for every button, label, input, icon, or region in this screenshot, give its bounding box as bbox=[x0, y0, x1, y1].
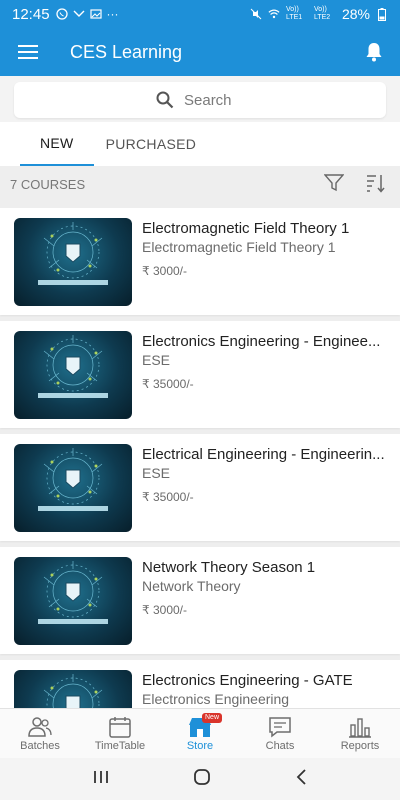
course-list: Electromagnetic Field Theory 1 Electroma… bbox=[0, 202, 400, 708]
battery-percent: 28% bbox=[341, 6, 370, 22]
nav-batches-label: Batches bbox=[20, 739, 60, 752]
new-badge: New bbox=[202, 713, 223, 723]
battery-icon bbox=[376, 7, 388, 21]
batches-icon bbox=[28, 716, 52, 737]
chat-icon bbox=[269, 716, 291, 738]
nav-reports[interactable]: Reports bbox=[320, 709, 400, 758]
back-button[interactable] bbox=[294, 768, 308, 791]
course-thumbnail bbox=[14, 444, 132, 532]
course-list-item[interactable]: Electronics Engineering - GATE Electroni… bbox=[0, 660, 400, 708]
course-info: Electrical Engineering - Engineerin... E… bbox=[142, 444, 387, 504]
course-price: ₹ 3000/- bbox=[142, 603, 187, 617]
tab-new[interactable]: NEW bbox=[20, 122, 94, 166]
signal-sim1-label: Vo)) LTE1 bbox=[285, 6, 303, 21]
course-title: Network Theory Season 1 bbox=[142, 559, 316, 576]
course-title: Electrical Engineering - Engineerin... bbox=[142, 446, 385, 463]
home-button[interactable] bbox=[193, 768, 211, 791]
search-input[interactable] bbox=[184, 91, 244, 109]
missed-call-icon bbox=[73, 8, 85, 20]
courses-count: 7 COURSES bbox=[10, 176, 86, 192]
course-title: Electronics Engineering - GATE bbox=[142, 672, 353, 689]
notifications-button[interactable] bbox=[348, 28, 400, 76]
course-info: Electronics Engineering - Enginee... ESE… bbox=[142, 331, 387, 391]
signal-sim2-label: Vo)) LTE2 bbox=[313, 6, 331, 21]
app-bar: CES Learning bbox=[0, 28, 400, 76]
sort-button[interactable] bbox=[366, 173, 386, 196]
nav-timetable-label: TimeTable bbox=[94, 739, 146, 752]
filter-button[interactable] bbox=[323, 173, 345, 195]
course-list-item[interactable]: Electronics Engineering - Enginee... ESE… bbox=[0, 321, 400, 428]
status-bar: 12:45 ··· Vo)) LTE1 Vo)) LTE2 28% bbox=[0, 0, 400, 28]
course-thumbnail bbox=[14, 557, 132, 645]
bottom-navigation: Batches TimeTable New Store Chats Report… bbox=[0, 708, 400, 758]
course-thumbnail bbox=[14, 670, 132, 708]
course-price: ₹ 3000/- bbox=[142, 264, 187, 278]
more-notifications-icon: ··· bbox=[106, 7, 119, 21]
recent-apps-button[interactable] bbox=[92, 769, 110, 790]
status-time: 12:45 bbox=[12, 5, 50, 23]
course-info: Electronics Engineering - GATE Electroni… bbox=[142, 670, 387, 707]
course-info: Electromagnetic Field Theory 1 Electroma… bbox=[142, 218, 387, 278]
course-list-item[interactable]: Network Theory Season 1 Network Theory ₹… bbox=[0, 547, 400, 654]
nav-reports-label: Reports bbox=[340, 739, 380, 752]
menu-button[interactable] bbox=[0, 28, 56, 76]
course-price: ₹ 35000/- bbox=[142, 377, 194, 391]
course-list-item[interactable]: Electromagnetic Field Theory 1 Electroma… bbox=[0, 208, 400, 315]
app-title: CES Learning bbox=[70, 41, 183, 62]
nav-batches[interactable]: Batches bbox=[0, 709, 80, 758]
course-title: Electronics Engineering - Enginee... bbox=[142, 333, 381, 350]
home-icon bbox=[194, 768, 210, 785]
course-subtitle: Electronics Engineering bbox=[142, 691, 290, 707]
search-area bbox=[0, 76, 400, 122]
course-subtitle: Electromagnetic Field Theory 1 bbox=[142, 239, 336, 255]
course-subtitle: ESE bbox=[142, 465, 171, 481]
wifi-icon bbox=[268, 8, 280, 20]
mute-icon bbox=[250, 8, 262, 20]
calendar-icon bbox=[109, 716, 131, 738]
search-icon bbox=[156, 91, 174, 109]
reports-icon bbox=[349, 717, 371, 738]
tab-purchased[interactable]: PURCHASED bbox=[94, 122, 209, 166]
filter-icon bbox=[323, 173, 345, 191]
nav-chats[interactable]: Chats bbox=[240, 709, 320, 758]
course-thumbnail bbox=[14, 218, 132, 306]
nav-store[interactable]: New Store bbox=[160, 709, 240, 758]
course-subtitle: Network Theory bbox=[142, 578, 241, 594]
system-navigation-bar bbox=[0, 758, 400, 800]
course-list-item[interactable]: Electrical Engineering - Engineerin... E… bbox=[0, 434, 400, 541]
bell-icon bbox=[366, 43, 382, 62]
nav-timetable[interactable]: TimeTable bbox=[80, 709, 160, 758]
filter-bar: 7 COURSES bbox=[0, 166, 400, 202]
sort-icon bbox=[367, 174, 385, 193]
gallery-icon bbox=[89, 8, 102, 20]
course-subtitle: ESE bbox=[142, 352, 171, 368]
course-price: ₹ 35000/- bbox=[142, 490, 194, 504]
course-thumbnail bbox=[14, 331, 132, 419]
hamburger-icon bbox=[18, 45, 38, 59]
recent-apps-icon bbox=[93, 770, 108, 783]
search-box[interactable] bbox=[14, 82, 386, 118]
whatsapp-icon bbox=[55, 8, 68, 20]
back-icon bbox=[297, 768, 306, 785]
nav-store-label: Store bbox=[186, 739, 214, 752]
nav-chats-label: Chats bbox=[265, 739, 295, 752]
tab-bar: NEW PURCHASED bbox=[0, 122, 400, 166]
course-info: Network Theory Season 1 Network Theory ₹… bbox=[142, 557, 387, 617]
course-title: Electromagnetic Field Theory 1 bbox=[142, 220, 350, 237]
